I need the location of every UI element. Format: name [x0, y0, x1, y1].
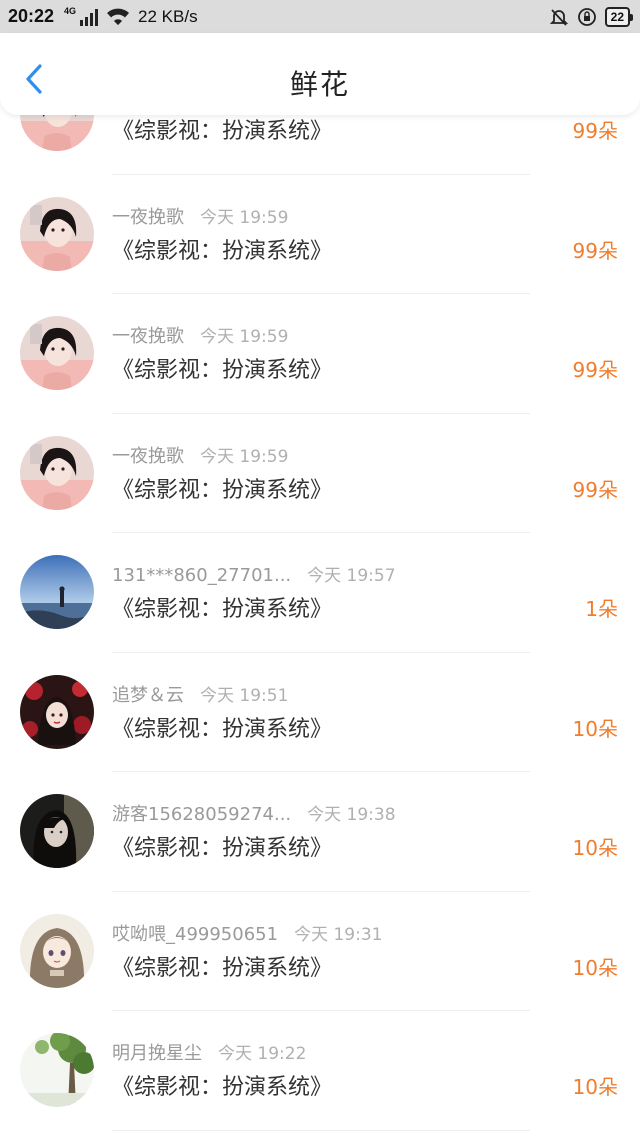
- avatar-image: [20, 555, 94, 629]
- status-bar: 20:22 4G 22 KB/s 22: [0, 0, 640, 33]
- bell-muted-icon: [549, 7, 569, 27]
- list-item[interactable]: 明月挽星尘 今天 19:22 《综影视：扮演系统》 10朵: [0, 1011, 640, 1131]
- avatar-image: [20, 435, 94, 510]
- status-time: 20:22: [8, 6, 55, 26]
- list-item[interactable]: 哎呦喂_499950651 今天 19:31 《综影视：扮演系统》 10朵: [0, 892, 640, 1012]
- list-item[interactable]: 《综影视：扮演系统》 99朵: [0, 115, 640, 175]
- timestamp: 今天 19:31: [294, 924, 383, 945]
- avatar[interactable]: [20, 316, 94, 390]
- flower-list-inner: 《综影视：扮演系统》 99朵 一夜挽歌 今天 19:59 《综影视：扮演系统》 9…: [0, 115, 640, 1131]
- username[interactable]: 一夜挽歌: [112, 322, 184, 348]
- book-title: 《综影视：扮演系统》: [112, 836, 333, 861]
- username[interactable]: 哎呦喂_499950651: [112, 920, 278, 946]
- book-title: 《综影视：扮演系统》: [112, 477, 333, 503]
- flower-amount: 10朵: [572, 836, 618, 860]
- timestamp: 今天 19:57: [307, 566, 396, 586]
- avatar-image: [20, 196, 94, 271]
- list-item[interactable]: 一夜挽歌 今天 19:59 《综影视：扮演系统》 99朵: [0, 175, 640, 295]
- item-meta: 明月挽星尘 今天 19:22: [112, 1039, 306, 1065]
- item-meta: 游客15628059274... 今天 19:38: [112, 800, 396, 826]
- avatar-image: [20, 1033, 94, 1107]
- timestamp: 今天 19:51: [200, 685, 289, 706]
- avatar[interactable]: [20, 1033, 94, 1107]
- book-title: 《综影视：扮演系统》: [112, 238, 333, 264]
- flower-amount: 99朵: [572, 238, 618, 263]
- book-title: 《综影视：扮演系统》: [112, 1075, 333, 1100]
- book-title: 《综影视：扮演系统》: [112, 955, 333, 981]
- flower-amount: 10朵: [572, 1075, 618, 1099]
- username[interactable]: 游客15628059274...: [112, 800, 291, 826]
- timestamp: 今天 19:38: [307, 805, 396, 825]
- item-meta: 一夜挽歌 今天 19:59: [112, 322, 288, 348]
- flower-amount: 10朵: [572, 716, 618, 741]
- item-meta: 一夜挽歌 今天 19:59: [112, 203, 288, 229]
- avatar[interactable]: [20, 115, 94, 151]
- timestamp: 今天 19:59: [200, 446, 289, 467]
- avatar-image: [20, 913, 94, 988]
- username[interactable]: 一夜挽歌: [112, 203, 184, 229]
- page-title: 鲜花: [289, 68, 350, 101]
- nav-bar: 鲜花: [0, 33, 640, 115]
- list-item[interactable]: 一夜挽歌 今天 19:59 《综影视：扮演系统》 99朵: [0, 414, 640, 534]
- username[interactable]: 一夜挽歌: [112, 442, 184, 468]
- status-left: 20:22 4G 22 KB/s: [8, 6, 198, 27]
- cellular-signal-icon: 4G: [64, 6, 99, 26]
- avatar-image: [20, 115, 94, 151]
- rotation-lock-icon: [577, 7, 597, 27]
- timestamp: 今天 19:22: [218, 1044, 307, 1064]
- username[interactable]: 明月挽星尘: [112, 1039, 202, 1065]
- list-item[interactable]: 追梦＆云 今天 19:51 《综影视：扮演系统》 10朵: [0, 653, 640, 773]
- avatar[interactable]: [20, 674, 94, 749]
- item-meta: 哎呦喂_499950651 今天 19:31: [112, 920, 382, 946]
- username[interactable]: 追梦＆云: [112, 681, 184, 707]
- timestamp: 今天 19:59: [200, 207, 289, 228]
- network-type-label: 4G: [64, 5, 77, 16]
- item-meta: 一夜挽歌 今天 19:59: [112, 442, 288, 468]
- book-title: 《综影视：扮演系统》: [112, 597, 333, 622]
- list-item[interactable]: 131***860_27701... 今天 19:57 《综影视：扮演系统》 1朵: [0, 533, 640, 653]
- book-title: 《综影视：扮演系统》: [112, 716, 333, 742]
- timestamp: 今天 19:59: [200, 327, 289, 347]
- list-item[interactable]: 游客15628059274... 今天 19:38 《综影视：扮演系统》 10朵: [0, 772, 640, 892]
- network-speed: 22 KB/s: [138, 6, 198, 26]
- avatar[interactable]: [20, 555, 94, 629]
- book-title: 《综影视：扮演系统》: [112, 119, 333, 144]
- flower-amount: 10朵: [572, 955, 618, 980]
- list-item[interactable]: 一夜挽歌 今天 19:59 《综影视：扮演系统》 99朵: [0, 294, 640, 414]
- avatar[interactable]: [20, 913, 94, 988]
- avatar[interactable]: [20, 196, 94, 271]
- avatar-image: [20, 674, 94, 749]
- flower-amount: 99朵: [572, 358, 618, 382]
- book-title: 《综影视：扮演系统》: [112, 358, 333, 383]
- battery-indicator: 22: [604, 6, 634, 27]
- item-meta: 131***860_27701... 今天 19:57: [112, 561, 396, 586]
- username[interactable]: 131***860_27701...: [112, 565, 291, 586]
- flower-amount: 99朵: [572, 119, 618, 143]
- avatar[interactable]: [20, 794, 94, 868]
- avatar[interactable]: [20, 435, 94, 510]
- avatar-image: [20, 316, 94, 390]
- flower-amount: 99朵: [572, 477, 618, 502]
- avatar-image: [20, 794, 94, 868]
- item-meta: 追梦＆云 今天 19:51: [112, 681, 288, 707]
- status-right: 22: [549, 6, 634, 27]
- flower-list[interactable]: 《综影视：扮演系统》 99朵 一夜挽歌 今天 19:59 《综影视：扮演系统》 9…: [0, 115, 640, 1138]
- flower-amount: 1朵: [585, 597, 618, 621]
- wifi-icon: [106, 8, 130, 26]
